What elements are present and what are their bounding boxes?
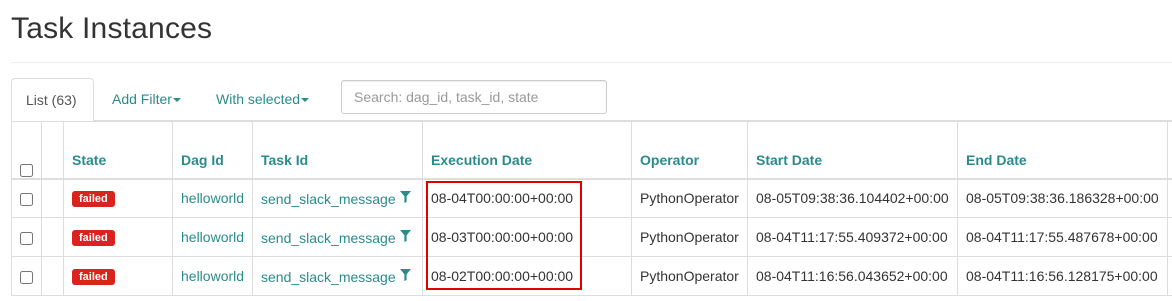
state-cell: failed	[63, 256, 173, 296]
add-filter-dropdown[interactable]: Add Filter	[98, 78, 195, 121]
page-title: Task Instances	[11, 12, 213, 45]
row-select-cell	[11, 256, 42, 296]
column-header-dag-id[interactable]: Dag Id	[172, 121, 253, 180]
dag-id-link[interactable]: helloworld	[181, 229, 244, 245]
task-instances-table: State Dag Id Task Id Execution Date Oper…	[11, 121, 1172, 296]
row-select-cell	[11, 217, 42, 257]
header-actions-cell	[41, 121, 64, 180]
row-checkbox[interactable]	[20, 231, 33, 245]
title-divider	[11, 62, 1172, 63]
execution-date-cell: 08-03T00:00:00+00:00	[422, 217, 632, 257]
overflow-cell	[1167, 217, 1172, 257]
column-header-execution-date[interactable]: Execution Date	[422, 121, 632, 180]
operator-cell: PythonOperator	[631, 256, 748, 296]
column-header-start-date[interactable]: Start Date	[747, 121, 958, 180]
with-selected-dropdown[interactable]: With selected	[202, 78, 323, 121]
overflow-cell	[1167, 178, 1172, 218]
caret-down-icon	[172, 98, 181, 103]
select-all-checkbox[interactable]	[20, 164, 33, 177]
state-cell: failed	[63, 217, 173, 257]
overflow-cell	[1167, 256, 1172, 296]
table-row: failed helloworld send_slack_message 08-…	[11, 217, 1172, 257]
execution-date-cell: 08-02T00:00:00+00:00	[422, 256, 632, 296]
header-select-cell	[11, 121, 42, 180]
end-date-cell: 08-04T11:16:56.128175+00:00	[957, 256, 1168, 296]
column-header-state[interactable]: State	[63, 121, 173, 180]
dag-id-cell: helloworld	[172, 178, 253, 218]
row-actions-cell	[41, 217, 64, 257]
row-actions-cell	[41, 256, 64, 296]
table-header-row: State Dag Id Task Id Execution Date Oper…	[11, 121, 1172, 180]
filter-icon[interactable]	[399, 190, 411, 206]
table-row: failed helloworld send_slack_message 08-…	[11, 178, 1172, 218]
filter-icon[interactable]	[399, 268, 411, 284]
end-date-cell: 08-05T09:38:36.186328+00:00	[957, 178, 1168, 218]
row-select-cell	[11, 178, 42, 218]
task-id-cell: send_slack_message	[252, 178, 423, 218]
add-filter-label: Add Filter	[112, 91, 172, 107]
task-id-cell: send_slack_message	[252, 256, 423, 296]
with-selected-label: With selected	[216, 91, 301, 107]
dag-id-cell: helloworld	[172, 256, 253, 296]
row-checkbox[interactable]	[20, 270, 33, 284]
start-date-cell: 08-04T11:17:55.409372+00:00	[747, 217, 958, 257]
dag-id-link[interactable]: helloworld	[181, 190, 244, 206]
operator-cell: PythonOperator	[631, 178, 748, 218]
operator-cell: PythonOperator	[631, 217, 748, 257]
table-row: failed helloworld send_slack_message 08-…	[11, 256, 1172, 296]
task-id-link[interactable]: send_slack_message	[261, 191, 396, 207]
start-date-cell: 08-05T09:38:36.104402+00:00	[747, 178, 958, 218]
dag-id-link[interactable]: helloworld	[181, 268, 244, 284]
start-date-cell: 08-04T11:16:56.043652+00:00	[747, 256, 958, 296]
task-id-link[interactable]: send_slack_message	[261, 269, 396, 285]
column-header-end-date[interactable]: End Date	[957, 121, 1168, 180]
caret-down-icon	[301, 98, 310, 103]
column-header-task-id[interactable]: Task Id	[252, 121, 423, 180]
row-actions-cell	[41, 178, 64, 218]
filter-icon[interactable]	[399, 229, 411, 245]
state-badge: failed	[72, 230, 115, 246]
dag-id-cell: helloworld	[172, 217, 253, 257]
state-badge: failed	[72, 269, 115, 285]
tab-list[interactable]: List (63)	[11, 78, 94, 122]
state-cell: failed	[63, 178, 173, 218]
search-input[interactable]	[341, 80, 607, 114]
task-id-cell: send_slack_message	[252, 217, 423, 257]
end-date-cell: 08-04T11:17:55.487678+00:00	[957, 217, 1168, 257]
column-header-operator[interactable]: Operator	[631, 121, 748, 180]
header-overflow-cell	[1167, 121, 1172, 180]
state-badge: failed	[72, 191, 115, 208]
task-id-link[interactable]: send_slack_message	[261, 230, 396, 246]
row-checkbox[interactable]	[20, 193, 33, 207]
execution-date-cell: 08-04T00:00:00+00:00	[422, 178, 632, 218]
